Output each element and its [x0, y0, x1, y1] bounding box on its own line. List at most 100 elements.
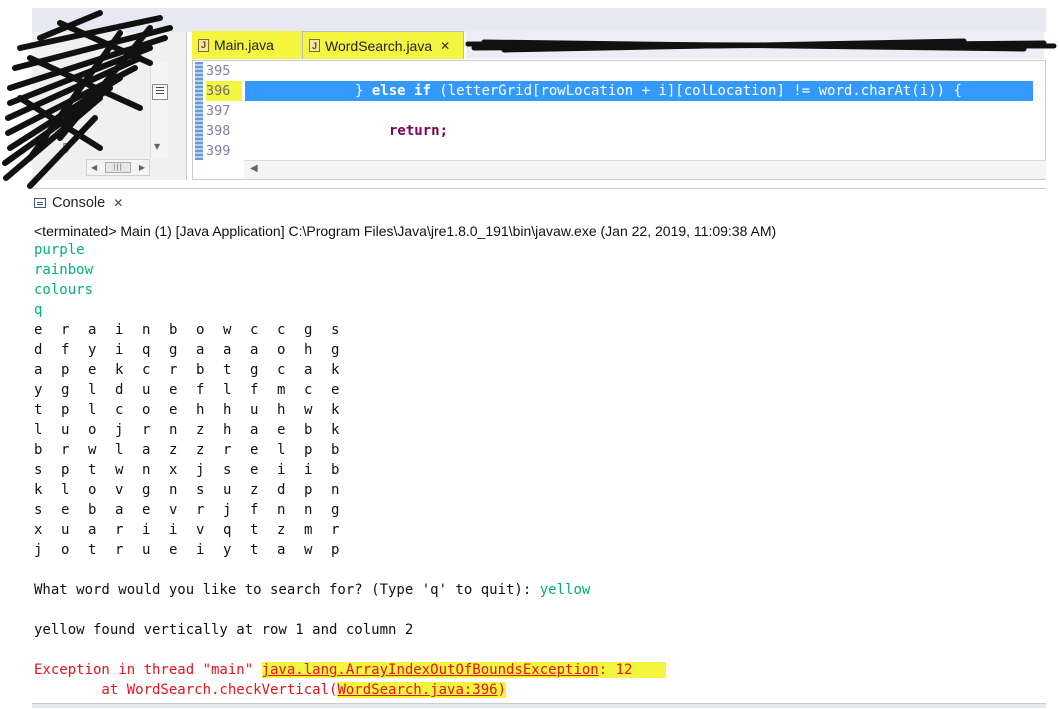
grid-cell: k	[331, 402, 340, 418]
grid-cell: k	[115, 362, 124, 378]
console-input-line: purple	[34, 242, 85, 258]
grid-cell: i	[304, 462, 313, 478]
grid-cell: u	[142, 542, 151, 558]
grid-cell: a	[250, 342, 259, 358]
grid-cell: o	[88, 422, 97, 438]
grid-cell: b	[169, 322, 178, 338]
grid-cell: w	[223, 322, 232, 338]
grid-cell: z	[196, 442, 205, 458]
keyword-else: else	[371, 83, 406, 99]
grid-cell: y	[34, 382, 43, 398]
grid-cell: e	[331, 382, 340, 398]
grid-cell: w	[304, 402, 313, 418]
console-output[interactable]: purple rainbow colours q erainbowccgsdfy…	[34, 240, 1034, 700]
grid-cell: s	[331, 322, 340, 338]
grid-cell: l	[223, 382, 232, 398]
grid-cell: s	[34, 462, 43, 478]
code-line-398[interactable]: return;	[245, 121, 448, 141]
grid-cell: c	[304, 382, 313, 398]
exception-line: Exception in thread "main" java.lang.Arr…	[34, 660, 1034, 680]
grid-row: apekcrbtgcak	[34, 360, 1034, 380]
grid-cell: u	[142, 382, 151, 398]
grid-cell: e	[277, 422, 286, 438]
grid-cell: p	[331, 542, 340, 558]
console-header	[32, 188, 1046, 223]
prompt-text: What word would you like to search for? …	[34, 582, 540, 598]
line-number: 399	[206, 143, 231, 159]
grid-cell: g	[250, 362, 259, 378]
grid-cell: r	[115, 542, 124, 558]
grid-cell: m	[277, 382, 286, 398]
grid-cell: i	[142, 522, 151, 538]
tab-main-java[interactable]: J Main.java	[192, 31, 304, 59]
grid-cell: s	[34, 502, 43, 518]
grid-cell: n	[331, 482, 340, 498]
grid-row: brwlazzrelpb	[34, 440, 1034, 460]
grid-cell: g	[331, 342, 340, 358]
grid-cell: z	[169, 442, 178, 458]
close-icon[interactable]: ✕	[440, 39, 450, 53]
grid-cell: p	[61, 462, 70, 478]
grid-cell: d	[277, 482, 286, 498]
grid-cell: a	[196, 342, 205, 358]
java-file-icon: J	[309, 39, 320, 52]
grid-cell: c	[277, 362, 286, 378]
grid-cell: q	[223, 522, 232, 538]
found-result-line: yellow found vertically at row 1 and col…	[34, 622, 414, 638]
grid-cell: b	[34, 442, 43, 458]
code-line-396[interactable]: } else if (letterGrid[rowLocation + i][c…	[245, 81, 962, 101]
grid-row: jotrueiytawp	[34, 540, 1034, 560]
grid-cell: a	[88, 322, 97, 338]
tab-wordsearch-java[interactable]: J WordSearch.java ✕	[302, 31, 464, 59]
line-number: 397	[206, 103, 231, 119]
grid-cell: l	[115, 442, 124, 458]
grid-cell: r	[115, 522, 124, 538]
code-token: }	[355, 83, 372, 99]
grid-cell: p	[304, 482, 313, 498]
keyword-if: if	[414, 83, 431, 99]
grid-cell: i	[115, 322, 124, 338]
grid-cell: g	[331, 502, 340, 518]
grid-row: ygldueflfmce	[34, 380, 1034, 400]
grid-cell: z	[196, 422, 205, 438]
grid-cell: r	[169, 362, 178, 378]
exception-suffix: : 12	[598, 662, 633, 678]
grid-cell: t	[223, 362, 232, 378]
grid-cell: r	[223, 442, 232, 458]
tab-console[interactable]: Console ✕	[34, 195, 123, 211]
close-icon[interactable]: ✕	[113, 196, 123, 210]
grid-cell: s	[223, 462, 232, 478]
grid-cell: u	[250, 402, 259, 418]
grid-cell: c	[115, 402, 124, 418]
stack-trace-link[interactable]: WordSearch.java:396	[337, 682, 497, 698]
editor-horizontal-scrollbar[interactable]: ◀	[244, 160, 1046, 179]
grid-cell: e	[250, 442, 259, 458]
exception-class-link[interactable]: java.lang.ArrayIndexOutOfBoundsException	[262, 662, 599, 678]
grid-cell: x	[169, 462, 178, 478]
line-number-current: 396	[206, 81, 242, 101]
grid-cell: e	[250, 462, 259, 478]
grid-row: erainbowccgs	[34, 320, 1034, 340]
grid-cell: n	[169, 482, 178, 498]
scroll-left-arrow-icon[interactable]: ◀	[250, 163, 258, 174]
grid-cell: v	[115, 482, 124, 498]
grid-cell: u	[223, 482, 232, 498]
grid-cell: d	[34, 342, 43, 358]
grid-cell: r	[331, 522, 340, 538]
grid-cell: n	[277, 502, 286, 518]
grid-cell: u	[61, 422, 70, 438]
grid-cell: h	[223, 422, 232, 438]
change-marker-bar	[195, 62, 203, 160]
grid-cell: j	[34, 542, 43, 558]
grid-cell: a	[277, 542, 286, 558]
grid-cell: t	[88, 462, 97, 478]
keyword-return: return;	[389, 123, 449, 139]
grid-cell: g	[304, 322, 313, 338]
grid-cell: c	[277, 322, 286, 338]
grid-cell: w	[115, 462, 124, 478]
grid-cell: l	[34, 422, 43, 438]
grid-row: tplcoehhuhwk	[34, 400, 1034, 420]
grid-cell: l	[277, 442, 286, 458]
